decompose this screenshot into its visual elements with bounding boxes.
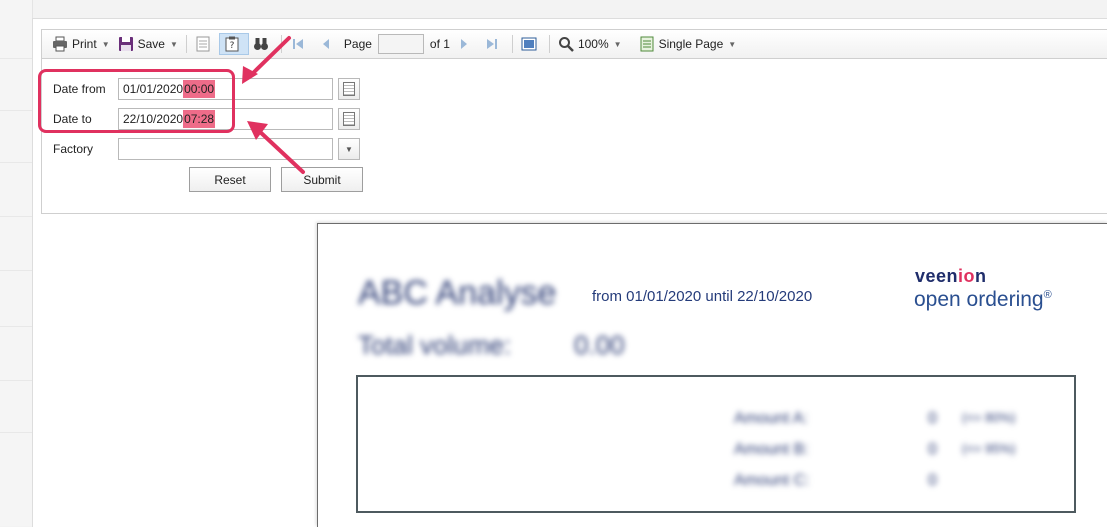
print-label: Print bbox=[72, 37, 97, 51]
first-page-button[interactable] bbox=[286, 33, 314, 55]
logo-product: open ordering bbox=[914, 288, 1044, 311]
zoom-value: 100% bbox=[577, 37, 609, 51]
amount-a-percent: (<= 80%) bbox=[962, 410, 1016, 425]
toolbar-separator bbox=[280, 35, 282, 53]
single-page-icon bbox=[639, 36, 655, 52]
gutter-line bbox=[0, 110, 32, 111]
zoom-dropdown[interactable]: 100% ▼ bbox=[554, 33, 626, 55]
chevron-down-icon: ▼ bbox=[101, 39, 110, 49]
submit-button[interactable]: Submit bbox=[281, 167, 363, 192]
triangle-left-icon bbox=[318, 36, 334, 52]
page-label: Page bbox=[343, 37, 372, 51]
chevron-down-icon: ▼ bbox=[613, 39, 622, 49]
gutter-line bbox=[0, 326, 32, 327]
amount-b-value: 0 bbox=[928, 441, 937, 458]
toolbar-separator bbox=[185, 35, 187, 53]
annotation-highlight-box bbox=[38, 69, 235, 133]
last-page-button[interactable] bbox=[480, 33, 508, 55]
page-view-button[interactable] bbox=[517, 33, 545, 55]
first-page-icon bbox=[290, 36, 306, 52]
last-page-icon bbox=[484, 36, 500, 52]
calendar-icon bbox=[343, 82, 355, 96]
reset-button[interactable]: Reset bbox=[189, 167, 271, 192]
total-volume-value: 0.00 bbox=[574, 330, 625, 360]
toolbar-separator bbox=[511, 35, 513, 53]
left-gutter bbox=[0, 0, 33, 526]
report-page: ABC Analyse from 01/01/2020 until 22/10/… bbox=[317, 223, 1107, 527]
brand-logo: veenion bbox=[915, 266, 987, 287]
factory-dropdown-button[interactable]: ▼ bbox=[338, 138, 360, 160]
logo-text-c: n bbox=[975, 266, 987, 286]
amount-c-value: 0 bbox=[928, 472, 937, 489]
document-list-icon bbox=[195, 36, 211, 52]
gutter-line bbox=[0, 162, 32, 163]
amounts-box: Amount A: 0 (<= 80%) Amount B: 0 (<= 95%… bbox=[356, 375, 1076, 513]
date-from-calendar-button[interactable] bbox=[338, 78, 360, 100]
triangle-right-icon bbox=[456, 36, 472, 52]
amount-b-label: Amount B: bbox=[734, 441, 809, 458]
printer-icon bbox=[52, 36, 68, 52]
chevron-down-icon: ▼ bbox=[345, 144, 353, 154]
next-page-button[interactable] bbox=[452, 33, 480, 55]
page-layout-dropdown[interactable]: Single Page ▼ bbox=[635, 33, 741, 55]
logo-text-a: veen bbox=[915, 266, 959, 286]
factory-label: Factory bbox=[53, 142, 94, 156]
binoculars-icon bbox=[253, 36, 269, 52]
report-title: ABC Analyse bbox=[358, 274, 557, 312]
amount-a-label: Amount A: bbox=[734, 410, 808, 427]
clipboard-question-icon: ? bbox=[224, 36, 240, 52]
date-to-calendar-button[interactable] bbox=[338, 108, 360, 130]
registered-mark: ® bbox=[1043, 289, 1052, 301]
document-map-button[interactable] bbox=[191, 33, 219, 55]
parameters-button[interactable]: ? bbox=[218, 33, 249, 55]
chevron-down-icon: ▼ bbox=[728, 39, 737, 49]
page-view-icon bbox=[521, 36, 537, 52]
factory-select[interactable] bbox=[118, 138, 333, 160]
amount-c-label: Amount C: bbox=[734, 472, 810, 489]
previous-page-button[interactable] bbox=[314, 33, 342, 55]
svg-text:?: ? bbox=[230, 41, 235, 51]
total-volume-label: Total volume: bbox=[358, 330, 512, 360]
layout-value: Single Page bbox=[658, 37, 724, 51]
factory-row: Factory ▼ bbox=[42, 137, 372, 161]
gutter-line bbox=[0, 432, 32, 433]
gutter-line bbox=[0, 58, 32, 59]
viewer-toolbar: Print ▼ Save ▼ ? Page of 1 100% ▼ Single… bbox=[41, 29, 1107, 59]
calendar-icon bbox=[343, 112, 355, 126]
logo-text-b: io bbox=[958, 266, 976, 286]
chevron-down-icon: ▼ bbox=[169, 39, 178, 49]
gutter-line bbox=[0, 380, 32, 381]
toolbar-separator bbox=[548, 35, 550, 53]
magnifier-icon bbox=[558, 36, 574, 52]
gutter-line bbox=[0, 270, 32, 271]
brand-logo-subtitle: open ordering® bbox=[914, 288, 1052, 312]
floppy-disk-icon bbox=[118, 36, 134, 52]
report-date-range: from 01/01/2020 until 22/10/2020 bbox=[592, 288, 813, 305]
print-button[interactable]: Print ▼ bbox=[48, 33, 114, 55]
amount-b-percent: (<= 95%) bbox=[962, 441, 1016, 456]
find-button[interactable] bbox=[249, 33, 277, 55]
gutter-line bbox=[0, 216, 32, 217]
page-count: of 1 bbox=[429, 37, 450, 51]
save-button[interactable]: Save ▼ bbox=[114, 33, 182, 55]
save-label: Save bbox=[137, 37, 165, 51]
page-number-input[interactable] bbox=[377, 34, 424, 54]
amount-a-value: 0 bbox=[928, 410, 937, 427]
